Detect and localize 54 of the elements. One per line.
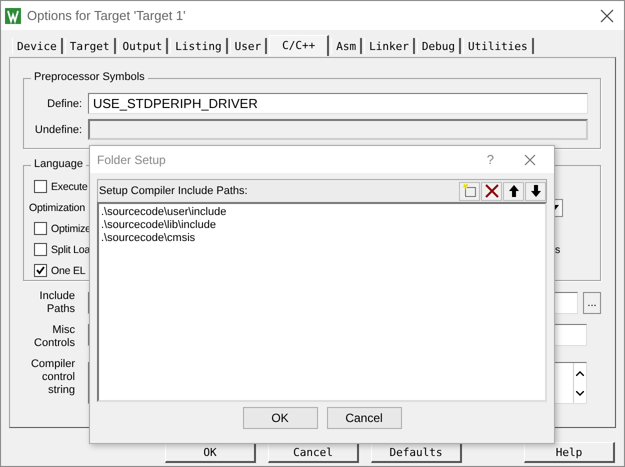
option-label: s (554, 244, 560, 256)
tab[interactable]: User (230, 38, 268, 54)
tab[interactable]: Output (118, 38, 168, 54)
field-label: Include Paths (38, 290, 75, 316)
undefine-label: Undefine: (34, 124, 82, 136)
arrow-down-icon (530, 184, 542, 198)
close-icon[interactable] (524, 154, 536, 166)
move-up-button[interactable] (503, 182, 524, 200)
tab[interactable]: Debug (416, 38, 461, 54)
app-icon (5, 8, 21, 24)
delete-icon (484, 184, 498, 198)
new-item-icon (462, 184, 476, 198)
browse-button[interactable]: ... (583, 292, 601, 314)
list-label: Setup Compiler Include Paths: (99, 185, 249, 197)
scroll-up-icon[interactable] (576, 370, 584, 376)
delete-button[interactable] (481, 182, 502, 200)
checkbox[interactable] (34, 180, 47, 193)
checkbox[interactable] (34, 222, 47, 235)
path-item[interactable]: .\sourcecode\lib\include (101, 219, 543, 232)
dialog-button[interactable]: OK (165, 442, 256, 463)
dialog-button[interactable]: Cancel (326, 407, 402, 429)
arrow-up-icon (508, 184, 520, 198)
group-title: Language (31, 158, 86, 170)
tab[interactable]: Utilities (462, 38, 534, 54)
checkbox-label: Execute (51, 180, 88, 192)
field-label: Compiler control string (30, 358, 75, 398)
help-button[interactable]: ? (486, 152, 494, 167)
checkbox[interactable] (34, 264, 47, 277)
define-field[interactable]: USE_STDPERIPH_DRIVER (88, 93, 588, 114)
path-item[interactable]: .\sourcecode\cmsis (101, 232, 543, 245)
move-down-button[interactable] (525, 182, 546, 200)
path-item[interactable]: .\sourcecode\user\include (101, 206, 543, 219)
section-label: Optimization (29, 202, 85, 214)
tab[interactable]: Device (12, 38, 63, 54)
tab[interactable]: C/C++ (269, 35, 330, 56)
checkbox-label: Optimize (51, 222, 91, 234)
dialog-button[interactable]: Help (524, 442, 615, 463)
tab[interactable]: Target (64, 38, 116, 54)
define-label: Define: (46, 98, 82, 110)
dialog-button[interactable]: OK (242, 407, 318, 429)
scroll-down-icon[interactable] (576, 390, 584, 396)
dialog-button[interactable]: Cancel (268, 442, 359, 463)
new-folder-button[interactable] (459, 182, 480, 200)
field-label: Misc Controls (33, 324, 75, 350)
group-title: Preprocessor Symbols (31, 71, 148, 83)
close-icon[interactable] (600, 8, 614, 22)
tab[interactable]: Asm (331, 38, 362, 54)
dialog-title: Folder Setup (97, 152, 167, 166)
window-title: Options for Target 'Target 1' (27, 8, 187, 23)
tab[interactable]: Listing (170, 38, 228, 54)
checkbox-label: One EL (51, 264, 86, 276)
checkbox[interactable] (34, 243, 47, 256)
dialog-button[interactable]: Defaults (371, 442, 462, 463)
tab[interactable]: Linker (364, 38, 415, 54)
